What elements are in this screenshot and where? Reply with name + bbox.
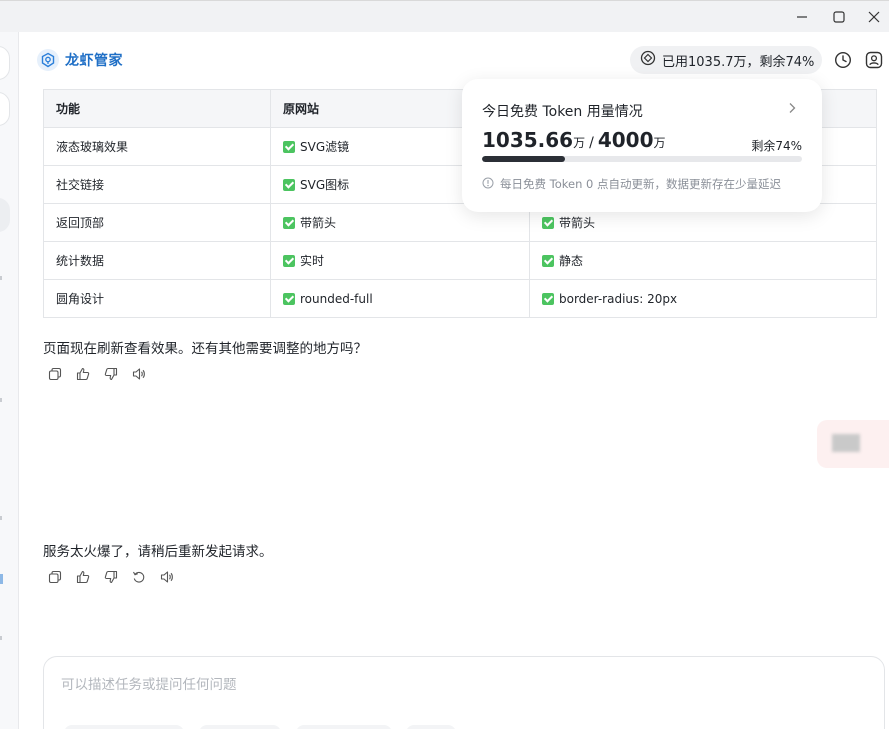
checkmark-icon <box>542 292 554 305</box>
chat-input-box[interactable] <box>43 656 885 729</box>
token-amount: 1035.66万/4000万 <box>482 128 666 152</box>
checkmark-icon <box>542 217 554 229</box>
popup-note: 每日免费 Token 0 点自动更新，数据更新存在少量延迟 <box>482 176 781 192</box>
checkmark-icon <box>283 217 295 229</box>
table-cell-text: rounded-full <box>300 291 373 306</box>
speaker-icon[interactable] <box>159 569 175 585</box>
sidebar-button-top[interactable] <box>0 46 10 80</box>
table-header-cell: 功能 <box>43 89 271 128</box>
input-option-chip[interactable] <box>296 725 392 729</box>
left-sidebar <box>0 32 19 729</box>
assistant-message: 服务太火爆了，请稍后重新发起请求。 <box>43 544 273 560</box>
minimize-icon[interactable] <box>792 7 812 27</box>
history-clock-icon[interactable] <box>833 50 853 70</box>
token-progress-bar <box>482 156 802 162</box>
rail-marker <box>0 636 2 640</box>
maximize-icon[interactable] <box>829 7 849 27</box>
popup-note-text: 每日免费 Token 0 点自动更新，数据更新存在少量延迟 <box>500 177 782 191</box>
checkmark-icon <box>283 179 295 191</box>
input-option-chip[interactable] <box>406 725 456 729</box>
table-cell-feature: 统计数据 <box>43 241 271 280</box>
token-total-unit: 万 <box>653 136 666 150</box>
rail-marker <box>0 516 2 520</box>
table-cell-feature: 圆角设计 <box>43 279 271 318</box>
sidebar-item-active[interactable] <box>0 198 10 232</box>
chat-input[interactable] <box>61 677 561 693</box>
checkmark-icon <box>283 141 295 153</box>
retry-icon[interactable] <box>131 569 147 585</box>
table-cell-text: 实时 <box>300 254 325 268</box>
table-cell-text: 带箭头 <box>559 216 596 230</box>
table-cell-text: SVG图标 <box>300 178 350 192</box>
thumbs-up-icon[interactable] <box>75 569 91 585</box>
rail-marker <box>0 398 2 402</box>
input-option-chip[interactable] <box>64 725 184 729</box>
token-usage-popup: 今日免费 Token 用量情况 1035.66万/4000万 剩余74% 每日免… <box>462 79 822 212</box>
redacted-user-text <box>832 434 860 452</box>
speaker-icon[interactable] <box>131 366 147 382</box>
table-row: 统计数据 实时 静态 <box>43 241 877 280</box>
copy-icon[interactable] <box>47 569 63 585</box>
assistant-message: 页面现在刷新查看效果。还有其他需要调整的地方吗？ <box>43 341 367 357</box>
message-actions <box>47 366 147 382</box>
token-usage-text: 已用1035.7万，剩余74% <box>662 54 815 70</box>
table-cell-text: SVG滤镜 <box>300 140 350 154</box>
close-icon[interactable] <box>864 7 884 27</box>
token-used-value: 1035.66 <box>482 128 574 152</box>
table-cell-feature: 社交链接 <box>43 165 271 204</box>
sidebar-search[interactable] <box>0 92 10 126</box>
checkmark-icon <box>283 255 295 267</box>
user-profile-icon[interactable] <box>864 50 884 70</box>
table-cell-text: border-radius: 20px <box>559 291 678 306</box>
token-usage-button[interactable]: 已用1035.7万，剩余74% <box>630 46 822 74</box>
checkmark-icon <box>283 292 295 305</box>
table-cell-new: 静态 <box>529 241 877 280</box>
rail-marker-blue <box>0 574 3 584</box>
table-cell-new: border-radius: 20px <box>529 279 877 318</box>
chevron-right-icon[interactable] <box>785 101 799 115</box>
token-remaining: 剩余74% <box>751 139 802 153</box>
token-icon <box>640 50 656 70</box>
table-cell-text: 带箭头 <box>300 216 337 230</box>
table-cell-orig: 实时 <box>270 241 530 280</box>
thumbs-up-icon[interactable] <box>75 366 91 382</box>
token-separator: / <box>589 135 594 151</box>
table-cell-orig: rounded-full <box>270 279 530 318</box>
thumbs-down-icon[interactable] <box>103 366 119 382</box>
popup-title: 今日免费 Token 用量情况 <box>482 104 643 120</box>
message-actions <box>47 569 175 585</box>
table-cell-text: 静态 <box>559 254 584 268</box>
brand-name: 龙虾管家 <box>65 53 123 69</box>
info-icon <box>482 177 494 192</box>
copy-icon[interactable] <box>47 366 63 382</box>
brand[interactable]: 龙虾管家 <box>37 47 123 73</box>
lobster-logo-icon <box>37 49 59 71</box>
checkmark-icon <box>542 255 554 267</box>
input-option-chip[interactable] <box>199 725 281 729</box>
table-cell-feature: 返回顶部 <box>43 203 271 242</box>
table-cell-feature: 液态玻璃效果 <box>43 127 271 166</box>
token-progress-fill <box>482 156 566 162</box>
thumbs-down-icon[interactable] <box>103 569 119 585</box>
table-row: 圆角设计 rounded-full border-radius: 20px <box>43 279 877 318</box>
window-titlebar <box>0 0 889 32</box>
rail-marker <box>0 276 2 280</box>
token-total-value: 4000 <box>597 128 654 152</box>
token-used-unit: 万 <box>573 136 586 150</box>
